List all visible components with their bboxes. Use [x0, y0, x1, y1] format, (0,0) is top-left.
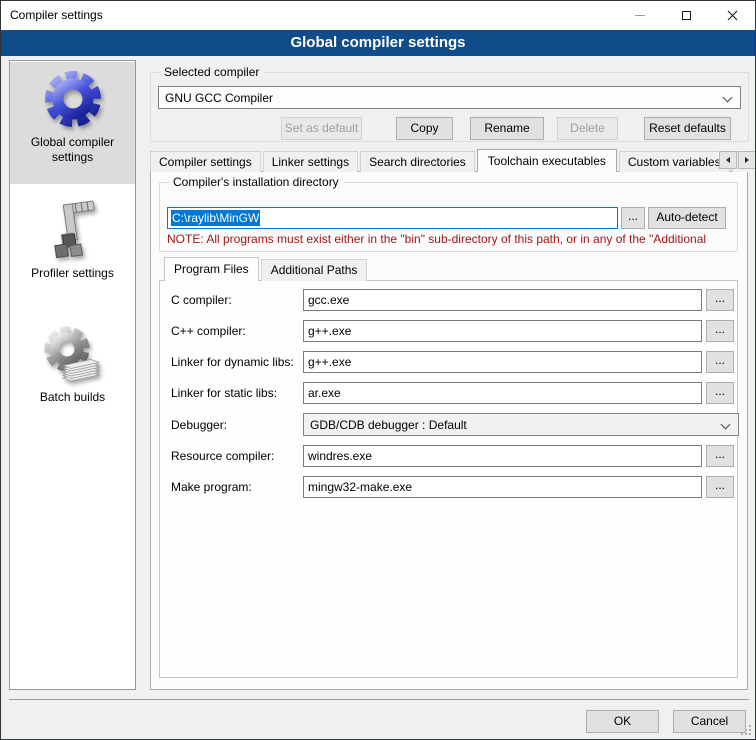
main-tab-strip: Compiler settings Linker settings Search…: [150, 149, 756, 172]
maximize-button[interactable]: [663, 1, 709, 30]
cpp-compiler-browse-button[interactable]: ...: [706, 320, 734, 342]
caliper-icon: [41, 199, 105, 263]
tab-additional-paths[interactable]: Additional Paths: [261, 259, 368, 281]
tab-scroll-right-button[interactable]: [738, 151, 756, 169]
tab-search-directories[interactable]: Search directories: [360, 151, 475, 172]
title-bar[interactable]: Compiler settings: [1, 1, 755, 30]
sidebar-item-label: Profiler settings: [10, 266, 135, 281]
compiler-select-value: GNU GCC Compiler: [165, 91, 273, 105]
set-as-default-button[interactable]: Set as default: [281, 117, 362, 140]
chevron-down-icon: [721, 420, 731, 430]
close-button[interactable]: [709, 1, 755, 30]
copy-button[interactable]: Copy: [396, 117, 453, 140]
tab-toolchain-executables[interactable]: Toolchain executables: [477, 149, 617, 172]
tab-compiler-settings[interactable]: Compiler settings: [150, 151, 261, 172]
installation-note-text: NOTE: All programs must exist either in …: [167, 232, 733, 247]
delete-button[interactable]: Delete: [557, 117, 618, 140]
window-title: Compiler settings: [10, 1, 103, 30]
arrow-left-icon: [726, 157, 730, 163]
sidebar-item-label: Batch builds: [10, 390, 135, 405]
dynamic-linker-input[interactable]: g++.exe: [303, 351, 702, 373]
debugger-select-value: GDB/CDB debugger : Default: [310, 418, 467, 432]
ok-button[interactable]: OK: [586, 710, 659, 733]
gear-blue-icon: [41, 68, 105, 132]
resource-compiler-label: Resource compiler:: [171, 445, 302, 467]
browse-directory-button[interactable]: ...: [621, 207, 645, 229]
make-program-label: Make program:: [171, 476, 302, 498]
page-title: Global compiler settings: [1, 30, 755, 56]
static-linker-input[interactable]: ar.exe: [303, 382, 702, 404]
cpp-compiler-label: C++ compiler:: [171, 320, 302, 342]
cancel-button[interactable]: Cancel: [673, 710, 746, 733]
minimize-button[interactable]: [617, 1, 663, 30]
dynamic-linker-label: Linker for dynamic libs:: [171, 351, 302, 373]
tab-scroll-left-button[interactable]: [719, 151, 737, 169]
sidebar-item-label: Global compiler settings: [10, 135, 135, 165]
sidebar-item-profiler-settings[interactable]: Profiler settings: [10, 193, 135, 305]
cpp-compiler-input[interactable]: g++.exe: [303, 320, 702, 342]
resource-compiler-browse-button[interactable]: ...: [706, 445, 734, 467]
c-compiler-input[interactable]: gcc.exe: [303, 289, 702, 311]
debugger-label: Debugger:: [171, 414, 302, 436]
tab-program-files[interactable]: Program Files: [164, 257, 259, 281]
dynamic-linker-browse-button[interactable]: ...: [706, 351, 734, 373]
reset-defaults-button[interactable]: Reset defaults: [644, 117, 731, 140]
minimize-icon: [635, 15, 645, 16]
make-program-input[interactable]: mingw32-make.exe: [303, 476, 702, 498]
tab-scroll-buttons: [719, 151, 756, 169]
compiler-settings-window: Compiler settings Global compiler settin…: [0, 0, 756, 740]
resize-grip[interactable]: [741, 725, 752, 736]
arrow-right-icon: [745, 157, 749, 163]
installation-directory-input[interactable]: C:\raylib\MinGW: [167, 207, 618, 229]
installation-directory-selected-text: C:\raylib\MinGW: [171, 210, 260, 226]
auto-detect-button[interactable]: Auto-detect: [648, 207, 726, 229]
program-files-tab-strip: Program Files Additional Paths: [164, 257, 369, 281]
static-linker-browse-button[interactable]: ...: [706, 382, 734, 404]
gear-stack-icon: [41, 323, 105, 387]
resource-compiler-input[interactable]: windres.exe: [303, 445, 702, 467]
close-icon: [727, 10, 738, 21]
caption-buttons: [617, 1, 755, 30]
installation-directory-group-label: Compiler's installation directory: [169, 175, 343, 189]
maximize-icon: [682, 11, 691, 20]
make-program-browse-button[interactable]: ...: [706, 476, 734, 498]
tab-custom-variables[interactable]: Custom variables: [619, 151, 730, 172]
footer-separator: [9, 699, 749, 700]
c-compiler-label: C compiler:: [171, 289, 302, 311]
selected-compiler-group-label: Selected compiler: [160, 65, 263, 79]
chevron-down-icon: [723, 93, 733, 103]
c-compiler-browse-button[interactable]: ...: [706, 289, 734, 311]
sidebar-item-global-compiler-settings[interactable]: Global compiler settings: [10, 62, 135, 184]
debugger-select[interactable]: GDB/CDB debugger : Default: [303, 413, 739, 436]
rename-button[interactable]: Rename: [470, 117, 544, 140]
tab-linker-settings[interactable]: Linker settings: [263, 151, 358, 172]
compiler-select[interactable]: GNU GCC Compiler: [158, 86, 741, 109]
settings-category-list: Global compiler settings: [9, 60, 136, 690]
sidebar-item-batch-builds[interactable]: Batch builds: [10, 317, 135, 435]
static-linker-label: Linker for static libs:: [171, 382, 302, 404]
